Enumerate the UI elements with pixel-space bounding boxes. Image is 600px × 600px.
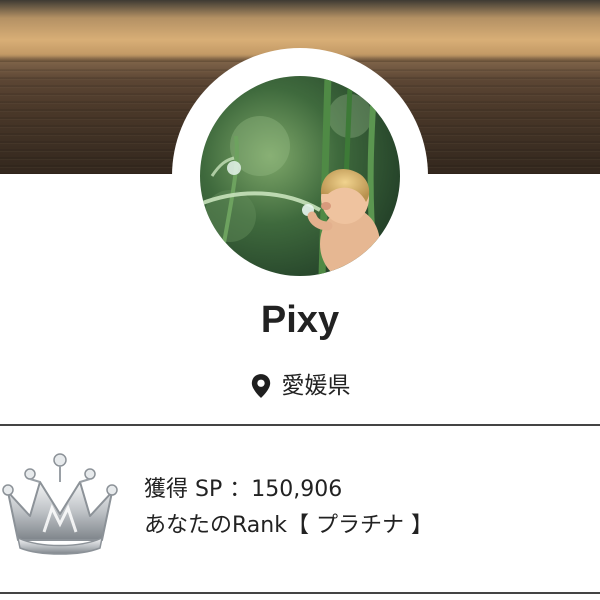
map-pin-icon	[251, 374, 270, 398]
rank-open-bracket: 【	[286, 513, 309, 538]
location-text: 愛媛県	[281, 373, 351, 399]
sp-value: 150,906	[251, 477, 343, 502]
sp-separator: ：	[229, 477, 252, 502]
rank-value: プラチナ	[315, 513, 404, 538]
section-divider-bottom	[0, 592, 600, 594]
crown-icon	[2, 453, 118, 555]
avatar-photo	[200, 76, 400, 276]
rank-label: あなたのRank	[144, 513, 287, 538]
rank-section: 獲得 SP ：150,906 あなたのRank【 プラチナ 】	[0, 426, 600, 592]
sp-label: 獲得 SP	[144, 477, 223, 502]
rank-info: 獲得 SP ：150,906 あなたのRank【 プラチナ 】	[144, 472, 433, 544]
avatar[interactable]	[200, 76, 400, 276]
profile-page: Pixy 愛媛県 獲得 SP ：150,906 あなたのRank【 プラチナ 】	[0, 0, 600, 600]
profile-name: Pixy	[260, 299, 340, 341]
rank-close-bracket: 】	[411, 513, 434, 538]
profile-location: 愛媛県	[0, 366, 600, 406]
sp-row: 獲得 SP ：150,906	[144, 472, 433, 508]
rank-row: あなたのRank【 プラチナ 】	[144, 508, 433, 544]
